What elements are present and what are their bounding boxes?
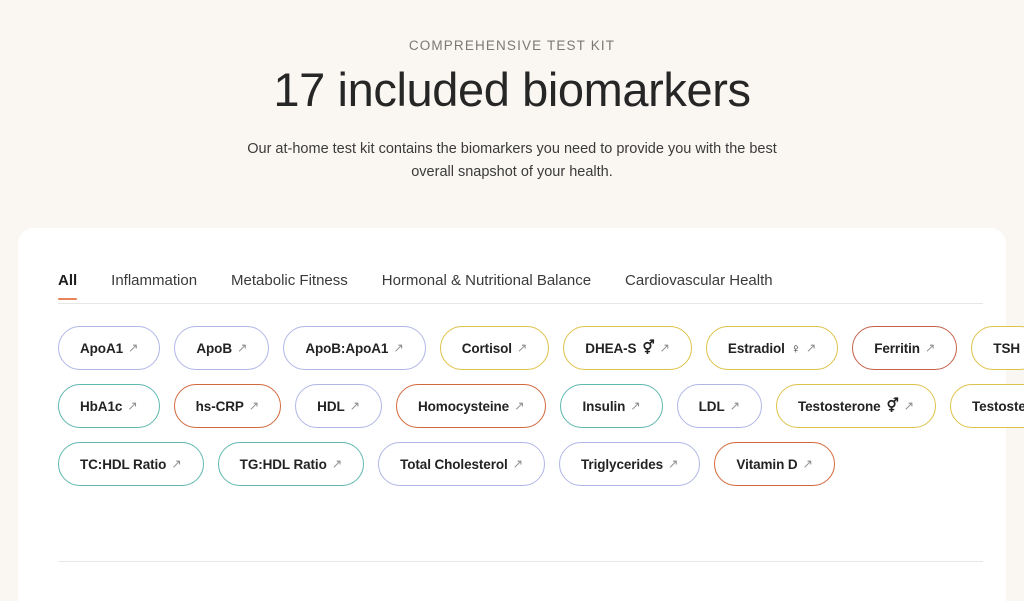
biomarker-label: Testosterone:Cortisol [972,398,1024,414]
external-link-arrow-icon: ↗ [903,398,915,413]
tab-inflammation[interactable]: Inflammation [111,272,197,300]
biomarker-row: ApoA1 ↗ ApoB ↗ ApoB:ApoA1 ↗ Cortisol ↗ DHEA-S ⚥ ↗ E… [58,326,1024,370]
biomarker-pill-ferritin[interactable]: Ferritin ↗ [852,326,958,370]
biomarker-label: HDL [317,398,345,414]
tab-cardiovascular-health[interactable]: Cardiovascular Health [625,272,773,300]
external-link-arrow-icon: ↗ [514,398,525,413]
external-link-arrow-icon: ↗ [668,456,679,471]
biomarker-pill-cortisol[interactable]: Cortisol ↗ [439,326,550,370]
biomarker-label: Vitamin D [736,456,798,472]
biomarker-pill-tc-hdl-ratio[interactable]: TC:HDL Ratio ↗ [58,442,204,486]
biomarker-pill-estradiol[interactable]: Estradiol ♀ ↗ [705,326,839,370]
external-link-arrow-icon: ↗ [127,398,138,413]
biomarker-pill-dhea-s[interactable]: DHEA-S ⚥ ↗ [563,326,692,370]
external-link-arrow-icon: ↗ [659,340,670,355]
biomarker-label: Homocysteine [418,398,510,414]
external-link-arrow-icon: ↗ [512,456,524,471]
male-female-symbol-icon: ⚥ [642,340,655,355]
male-female-symbol-icon: ⚥ [886,398,899,413]
biomarkers-card: All Inflammation Metabolic Fitness Hormonal… [18,228,1024,601]
biomarker-pill-apoa1[interactable]: ApoA1 ↗ [58,326,161,370]
biomarker-label: LDL [698,398,725,414]
biomarker-pill-grid: ApoA1 ↗ ApoB ↗ ApoB:ApoA1 ↗ Cortisol ↗ DHEA-S ⚥ ↗ E… [18,300,1024,486]
biomarker-pill-vitamin-d[interactable]: Vitamin D ↗ [714,442,835,486]
biomarker-label: Total Cholesterol [400,456,508,472]
biomarker-label: DHEA-S [585,340,637,356]
tab-metabolic-fitness[interactable]: Metabolic Fitness [231,272,348,300]
external-link-arrow-icon: ↗ [802,456,813,471]
biomarker-pill-tsh[interactable]: TSH [971,326,1024,370]
biomarker-label: HbA1c [80,398,123,414]
biomarker-label: TC:HDL Ratio [80,456,167,472]
biomarker-label: Triglycerides [581,456,664,472]
biomarker-row: HbA1c ↗ hs-CRP ↗ HDL ↗ Homocysteine ↗ Insulin ↗ LD… [58,384,1024,428]
biomarker-label: Testosterone [797,398,881,414]
external-link-arrow-icon: ↗ [236,340,248,355]
biomarker-label: ApoB:ApoA1 [305,340,389,356]
external-link-arrow-icon: ↗ [729,398,740,413]
biomarker-label: ApoB [196,340,232,356]
external-link-arrow-icon: ↗ [516,340,528,355]
external-link-arrow-icon: ↗ [393,340,404,355]
external-link-arrow-icon: ↗ [805,340,817,355]
hero-section: COMPREHENSIVE TEST KIT 17 included bioma… [0,0,1024,185]
external-link-arrow-icon: ↗ [349,398,360,413]
biomarker-row: TC:HDL Ratio ↗ TG:HDL Ratio ↗ Total Choleste… [58,442,966,486]
biomarker-label: Ferritin [874,340,920,356]
external-link-arrow-icon: ↗ [248,398,260,413]
biomarker-pill-tg-hdl-ratio[interactable]: TG:HDL Ratio ↗ [217,442,365,486]
biomarker-pill-insulin[interactable]: Insulin ↗ [560,384,663,428]
external-link-arrow-icon: ↗ [924,340,936,355]
biomarker-pill-hba1c[interactable]: HbA1c ↗ [58,384,160,428]
biomarker-pill-testosterone[interactable]: Testosterone ⚥ ↗ [775,384,937,428]
biomarker-label: ApoA1 [80,340,123,356]
biomarker-label: TSH [993,340,1020,356]
category-tabs: All Inflammation Metabolic Fitness Hormonal… [18,258,1006,300]
biomarker-label: hs-CRP [195,398,244,414]
biomarker-pill-hs-crp[interactable]: hs-CRP ↗ [173,384,282,428]
biomarker-pill-triglycerides[interactable]: Triglycerides ↗ [559,442,701,486]
biomarker-pill-apob-apoa1[interactable]: ApoB:ApoA1 ↗ [283,326,426,370]
external-link-arrow-icon: ↗ [128,340,139,355]
biomarker-label: Cortisol [461,340,512,356]
biomarker-pill-apob[interactable]: ApoB ↗ [174,326,270,370]
female-symbol-icon: ♀ [790,340,801,356]
biomarker-label: TG:HDL Ratio [239,456,327,472]
biomarker-label: Insulin [582,398,626,414]
external-link-arrow-icon: ↗ [171,456,182,471]
biomarker-pill-ldl[interactable]: LDL ↗ [676,384,762,428]
bottom-divider [58,561,983,562]
biomarker-pill-homocysteine[interactable]: Homocysteine ↗ [396,384,547,428]
biomarker-pill-total-cholesterol[interactable]: Total Cholesterol ↗ [378,442,546,486]
eyebrow-label: COMPREHENSIVE TEST KIT [408,38,616,53]
tab-all[interactable]: All [58,272,78,300]
biomarker-pill-hdl[interactable]: HDL ↗ [295,384,382,428]
biomarker-label: Estradiol [727,340,785,356]
tabs-divider [58,303,983,304]
tab-hormonal-nutritional-balance[interactable]: Hormonal & Nutritional Balance [382,272,591,300]
external-link-arrow-icon: ↗ [630,398,641,413]
external-link-arrow-icon: ↗ [331,456,343,471]
page-title: 17 included biomarkers [273,63,751,116]
biomarker-pill-testosterone-cortisol[interactable]: Testosterone:Cortisol⚥↗ [950,384,1024,428]
page-subtitle: Our at-home test kit contains the biomar… [247,140,777,181]
